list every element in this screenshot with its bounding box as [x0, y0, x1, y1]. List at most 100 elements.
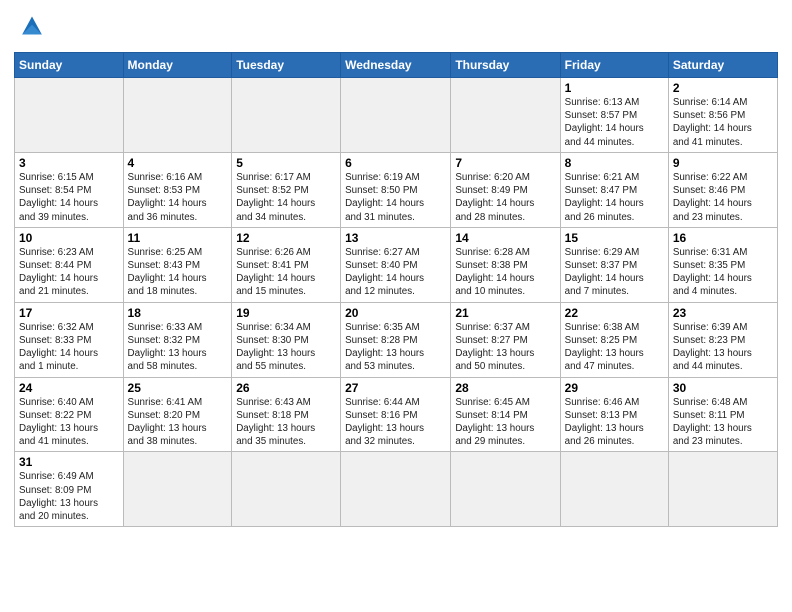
day-info: Sunrise: 6:29 AM Sunset: 8:37 PM Dayligh… — [565, 246, 664, 299]
day-number: 19 — [236, 306, 336, 320]
day-cell: 26Sunrise: 6:43 AM Sunset: 8:18 PM Dayli… — [232, 377, 341, 452]
day-number: 1 — [565, 81, 664, 95]
day-info: Sunrise: 6:37 AM Sunset: 8:27 PM Dayligh… — [455, 321, 555, 374]
day-cell — [123, 78, 232, 153]
day-cell — [123, 452, 232, 527]
day-number: 17 — [19, 306, 119, 320]
day-info: Sunrise: 6:39 AM Sunset: 8:23 PM Dayligh… — [673, 321, 773, 374]
day-cell: 19Sunrise: 6:34 AM Sunset: 8:30 PM Dayli… — [232, 302, 341, 377]
day-number: 8 — [565, 156, 664, 170]
day-info: Sunrise: 6:16 AM Sunset: 8:53 PM Dayligh… — [128, 171, 228, 224]
day-info: Sunrise: 6:19 AM Sunset: 8:50 PM Dayligh… — [345, 171, 446, 224]
day-number: 2 — [673, 81, 773, 95]
day-cell: 10Sunrise: 6:23 AM Sunset: 8:44 PM Dayli… — [15, 227, 124, 302]
day-number: 22 — [565, 306, 664, 320]
week-row-2: 10Sunrise: 6:23 AM Sunset: 8:44 PM Dayli… — [15, 227, 778, 302]
day-info: Sunrise: 6:43 AM Sunset: 8:18 PM Dayligh… — [236, 396, 336, 449]
day-info: Sunrise: 6:20 AM Sunset: 8:49 PM Dayligh… — [455, 171, 555, 224]
calendar-body: 1Sunrise: 6:13 AM Sunset: 8:57 PM Daylig… — [15, 78, 778, 527]
day-cell: 24Sunrise: 6:40 AM Sunset: 8:22 PM Dayli… — [15, 377, 124, 452]
day-cell — [232, 78, 341, 153]
day-info: Sunrise: 6:26 AM Sunset: 8:41 PM Dayligh… — [236, 246, 336, 299]
day-info: Sunrise: 6:31 AM Sunset: 8:35 PM Dayligh… — [673, 246, 773, 299]
day-cell: 16Sunrise: 6:31 AM Sunset: 8:35 PM Dayli… — [668, 227, 777, 302]
day-info: Sunrise: 6:33 AM Sunset: 8:32 PM Dayligh… — [128, 321, 228, 374]
day-number: 30 — [673, 381, 773, 395]
day-cell — [341, 78, 451, 153]
header-row: SundayMondayTuesdayWednesdayThursdayFrid… — [15, 53, 778, 78]
day-cell: 2Sunrise: 6:14 AM Sunset: 8:56 PM Daylig… — [668, 78, 777, 153]
day-number: 18 — [128, 306, 228, 320]
day-info: Sunrise: 6:22 AM Sunset: 8:46 PM Dayligh… — [673, 171, 773, 224]
day-number: 10 — [19, 231, 119, 245]
day-info: Sunrise: 6:38 AM Sunset: 8:25 PM Dayligh… — [565, 321, 664, 374]
day-info: Sunrise: 6:44 AM Sunset: 8:16 PM Dayligh… — [345, 396, 446, 449]
week-row-1: 3Sunrise: 6:15 AM Sunset: 8:54 PM Daylig… — [15, 152, 778, 227]
day-cell — [451, 78, 560, 153]
week-row-3: 17Sunrise: 6:32 AM Sunset: 8:33 PM Dayli… — [15, 302, 778, 377]
day-cell: 5Sunrise: 6:17 AM Sunset: 8:52 PM Daylig… — [232, 152, 341, 227]
day-number: 4 — [128, 156, 228, 170]
day-number: 27 — [345, 381, 446, 395]
day-cell: 13Sunrise: 6:27 AM Sunset: 8:40 PM Dayli… — [341, 227, 451, 302]
day-cell: 25Sunrise: 6:41 AM Sunset: 8:20 PM Dayli… — [123, 377, 232, 452]
day-cell: 6Sunrise: 6:19 AM Sunset: 8:50 PM Daylig… — [341, 152, 451, 227]
day-cell: 1Sunrise: 6:13 AM Sunset: 8:57 PM Daylig… — [560, 78, 668, 153]
day-number: 12 — [236, 231, 336, 245]
day-cell: 15Sunrise: 6:29 AM Sunset: 8:37 PM Dayli… — [560, 227, 668, 302]
day-info: Sunrise: 6:45 AM Sunset: 8:14 PM Dayligh… — [455, 396, 555, 449]
day-cell — [451, 452, 560, 527]
day-cell: 14Sunrise: 6:28 AM Sunset: 8:38 PM Dayli… — [451, 227, 560, 302]
day-number: 6 — [345, 156, 446, 170]
day-number: 5 — [236, 156, 336, 170]
day-cell: 3Sunrise: 6:15 AM Sunset: 8:54 PM Daylig… — [15, 152, 124, 227]
day-info: Sunrise: 6:23 AM Sunset: 8:44 PM Dayligh… — [19, 246, 119, 299]
day-number: 11 — [128, 231, 228, 245]
day-cell: 27Sunrise: 6:44 AM Sunset: 8:16 PM Dayli… — [341, 377, 451, 452]
day-info: Sunrise: 6:35 AM Sunset: 8:28 PM Dayligh… — [345, 321, 446, 374]
day-cell — [232, 452, 341, 527]
day-cell: 8Sunrise: 6:21 AM Sunset: 8:47 PM Daylig… — [560, 152, 668, 227]
day-cell: 9Sunrise: 6:22 AM Sunset: 8:46 PM Daylig… — [668, 152, 777, 227]
day-cell — [15, 78, 124, 153]
day-info: Sunrise: 6:41 AM Sunset: 8:20 PM Dayligh… — [128, 396, 228, 449]
logo-icon — [14, 10, 50, 46]
day-info: Sunrise: 6:13 AM Sunset: 8:57 PM Dayligh… — [565, 96, 664, 149]
day-cell: 18Sunrise: 6:33 AM Sunset: 8:32 PM Dayli… — [123, 302, 232, 377]
day-number: 29 — [565, 381, 664, 395]
header-thursday: Thursday — [451, 53, 560, 78]
header-saturday: Saturday — [668, 53, 777, 78]
day-info: Sunrise: 6:46 AM Sunset: 8:13 PM Dayligh… — [565, 396, 664, 449]
day-number: 15 — [565, 231, 664, 245]
week-row-4: 24Sunrise: 6:40 AM Sunset: 8:22 PM Dayli… — [15, 377, 778, 452]
day-info: Sunrise: 6:25 AM Sunset: 8:43 PM Dayligh… — [128, 246, 228, 299]
day-number: 13 — [345, 231, 446, 245]
day-info: Sunrise: 6:17 AM Sunset: 8:52 PM Dayligh… — [236, 171, 336, 224]
day-number: 7 — [455, 156, 555, 170]
day-number: 20 — [345, 306, 446, 320]
day-cell: 7Sunrise: 6:20 AM Sunset: 8:49 PM Daylig… — [451, 152, 560, 227]
day-cell: 28Sunrise: 6:45 AM Sunset: 8:14 PM Dayli… — [451, 377, 560, 452]
header-friday: Friday — [560, 53, 668, 78]
calendar-header: SundayMondayTuesdayWednesdayThursdayFrid… — [15, 53, 778, 78]
day-number: 9 — [673, 156, 773, 170]
day-cell: 30Sunrise: 6:48 AM Sunset: 8:11 PM Dayli… — [668, 377, 777, 452]
day-cell: 4Sunrise: 6:16 AM Sunset: 8:53 PM Daylig… — [123, 152, 232, 227]
day-cell: 22Sunrise: 6:38 AM Sunset: 8:25 PM Dayli… — [560, 302, 668, 377]
day-cell: 12Sunrise: 6:26 AM Sunset: 8:41 PM Dayli… — [232, 227, 341, 302]
day-number: 14 — [455, 231, 555, 245]
header-wednesday: Wednesday — [341, 53, 451, 78]
day-cell: 29Sunrise: 6:46 AM Sunset: 8:13 PM Dayli… — [560, 377, 668, 452]
day-number: 23 — [673, 306, 773, 320]
day-number: 24 — [19, 381, 119, 395]
page: SundayMondayTuesdayWednesdayThursdayFrid… — [0, 0, 792, 612]
day-number: 21 — [455, 306, 555, 320]
day-cell: 11Sunrise: 6:25 AM Sunset: 8:43 PM Dayli… — [123, 227, 232, 302]
header-sunday: Sunday — [15, 53, 124, 78]
day-cell: 21Sunrise: 6:37 AM Sunset: 8:27 PM Dayli… — [451, 302, 560, 377]
day-info: Sunrise: 6:27 AM Sunset: 8:40 PM Dayligh… — [345, 246, 446, 299]
day-cell: 31Sunrise: 6:49 AM Sunset: 8:09 PM Dayli… — [15, 452, 124, 527]
day-info: Sunrise: 6:32 AM Sunset: 8:33 PM Dayligh… — [19, 321, 119, 374]
day-info: Sunrise: 6:34 AM Sunset: 8:30 PM Dayligh… — [236, 321, 336, 374]
day-info: Sunrise: 6:48 AM Sunset: 8:11 PM Dayligh… — [673, 396, 773, 449]
